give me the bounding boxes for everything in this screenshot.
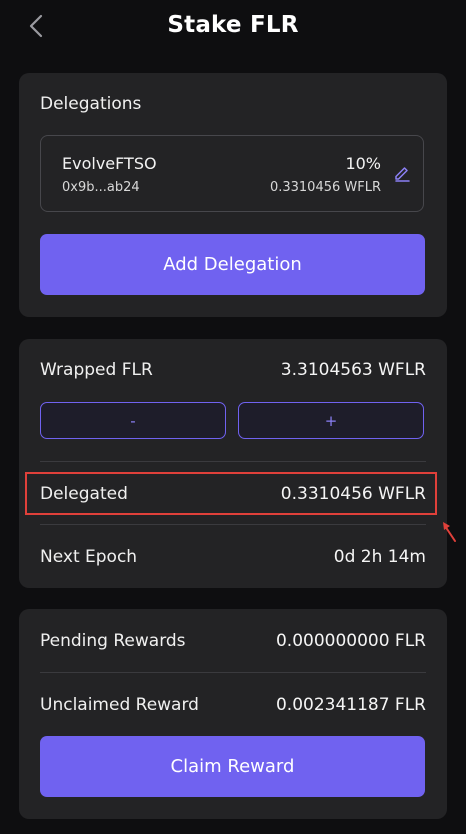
next-epoch-label: Next Epoch — [40, 547, 138, 567]
delegation-item[interactable]: EvolveFTSO 0x9b...ab24 10% 0.3310456 WFL… — [40, 135, 424, 212]
next-epoch-value: 0d 2h 14m — [333, 547, 426, 567]
divider — [40, 672, 426, 673]
delegations-card: Delegations EvolveFTSO 0x9b...ab24 10% 0… — [19, 73, 447, 317]
delegation-provider-address: 0x9b...ab24 — [62, 180, 140, 195]
unclaimed-reward-row: Unclaimed Reward 0.002341187 FLR — [40, 693, 426, 717]
claim-reward-button[interactable]: Claim Reward — [40, 736, 425, 797]
stake-flr-screen: Stake FLR Delegations EvolveFTSO 0x9b...… — [0, 0, 466, 834]
pencil-icon[interactable] — [393, 164, 411, 182]
unclaimed-reward-value: 0.002341187 FLR — [275, 695, 426, 715]
pending-rewards-label: Pending Rewards — [40, 631, 186, 651]
add-delegation-button[interactable]: Add Delegation — [40, 234, 425, 295]
increase-button[interactable]: + — [238, 402, 424, 439]
header: Stake FLR — [0, 0, 466, 56]
delegation-percent: 10% — [345, 154, 381, 173]
wrapped-flr-value: 3.3104563 WFLR — [280, 360, 426, 380]
pending-rewards-value: 0.000000000 FLR — [275, 631, 426, 651]
next-epoch-row: Next Epoch 0d 2h 14m — [40, 545, 426, 569]
page-title: Stake FLR — [167, 12, 299, 38]
delegated-value: 0.3310456 WFLR — [280, 484, 426, 504]
arrow-icon — [443, 522, 456, 542]
wrapped-flr-card: Wrapped FLR 3.3104563 WFLR - + Delegated… — [19, 339, 447, 588]
divider — [40, 524, 426, 525]
wrapped-flr-row: Wrapped FLR 3.3104563 WFLR — [40, 358, 426, 382]
wrapped-flr-label: Wrapped FLR — [40, 360, 153, 380]
divider — [40, 461, 426, 462]
delegated-row: Delegated 0.3310456 WFLR — [40, 482, 426, 506]
delegation-provider-name: EvolveFTSO — [62, 154, 157, 173]
decrease-button[interactable]: - — [40, 402, 226, 439]
rewards-card: Pending Rewards 0.000000000 FLR Unclaime… — [19, 609, 447, 819]
delegated-label: Delegated — [40, 484, 128, 504]
unclaimed-reward-label: Unclaimed Reward — [40, 695, 199, 715]
pending-rewards-row: Pending Rewards 0.000000000 FLR — [40, 629, 426, 653]
delegations-label: Delegations — [40, 94, 142, 114]
delegation-amount: 0.3310456 WFLR — [269, 180, 381, 195]
